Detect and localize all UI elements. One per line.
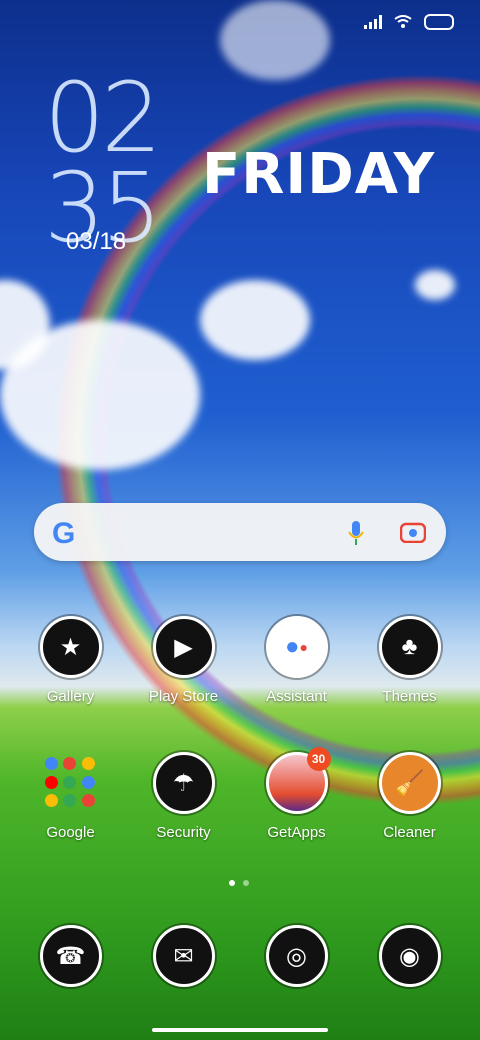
phone-icon: ☎ bbox=[39, 925, 102, 987]
app-cleaner[interactable]: 🧹 Cleaner bbox=[360, 752, 460, 841]
wifi-icon bbox=[394, 15, 412, 28]
app-google-folder[interactable]: Google bbox=[21, 752, 121, 841]
google-folder-icon bbox=[44, 757, 97, 809]
signal-icon bbox=[364, 15, 382, 29]
app-grid-row-1: ★ Gallery ▶ Play Store ● ● Assistant ♣ Themes bbox=[0, 616, 480, 705]
play-store-icon: ▶ bbox=[152, 616, 215, 678]
camera-icon: ◉ bbox=[378, 925, 441, 987]
app-label: Google bbox=[46, 824, 95, 841]
app-assistant[interactable]: ● ● Assistant bbox=[247, 616, 347, 705]
app-play-store[interactable]: ▶ Play Store bbox=[134, 616, 234, 705]
app-label: Security bbox=[156, 824, 211, 841]
cleaner-icon: 🧹 bbox=[378, 752, 441, 814]
browser-icon: ◎ bbox=[265, 925, 328, 987]
app-gallery[interactable]: ★ Gallery bbox=[21, 616, 121, 705]
home-screen: 02 35 03/18 FRIDAY G ★ Gallery ▶ Play Stor… bbox=[0, 0, 480, 1040]
assistant-icon: ● ● bbox=[265, 616, 328, 678]
mic-icon[interactable] bbox=[348, 521, 364, 545]
themes-icon: ♣ bbox=[378, 616, 441, 678]
app-label: Assistant bbox=[266, 688, 327, 705]
messages-icon: ✉ bbox=[152, 925, 215, 987]
getapps-icon: 30 bbox=[265, 747, 331, 814]
app-label: Play Store bbox=[148, 688, 219, 705]
notification-badge: 30 bbox=[306, 747, 331, 771]
app-security[interactable]: ☂ Security bbox=[134, 752, 234, 841]
wallpaper-cloud bbox=[415, 270, 455, 300]
lens-icon[interactable] bbox=[400, 521, 426, 543]
battery-icon bbox=[424, 14, 454, 30]
day-label: FRIDAY bbox=[202, 142, 436, 207]
google-search-bar[interactable]: G bbox=[34, 503, 446, 561]
security-icon: ☂ bbox=[152, 752, 215, 814]
wallpaper-cloud bbox=[200, 280, 310, 360]
page-indicator bbox=[229, 880, 249, 886]
google-logo-icon: G bbox=[52, 517, 76, 550]
gallery-icon: ★ bbox=[39, 616, 102, 678]
dock-browser[interactable]: ◎ bbox=[247, 925, 347, 987]
app-label: Themes bbox=[382, 688, 437, 705]
app-label: Gallery bbox=[46, 688, 95, 705]
app-grid-row-2: Google ☂ Security 30 GetApps 🧹 Cleaner bbox=[0, 747, 480, 841]
dock-phone[interactable]: ☎ bbox=[21, 925, 121, 987]
dock-messages[interactable]: ✉ bbox=[134, 925, 234, 987]
dock: ☎ ✉ ◎ ◉ bbox=[0, 925, 480, 987]
clock-widget[interactable]: 02 35 03/18 bbox=[44, 70, 174, 270]
status-bar bbox=[364, 14, 454, 30]
dock-camera[interactable]: ◉ bbox=[360, 925, 460, 987]
clock-date: 03/18 bbox=[66, 228, 127, 255]
app-themes[interactable]: ♣ Themes bbox=[360, 616, 460, 705]
app-getapps[interactable]: 30 GetApps bbox=[247, 747, 347, 841]
gesture-bar[interactable] bbox=[152, 1028, 328, 1032]
wallpaper-cloud bbox=[220, 0, 330, 80]
app-label: GetApps bbox=[267, 824, 326, 841]
app-label: Cleaner bbox=[383, 824, 436, 841]
